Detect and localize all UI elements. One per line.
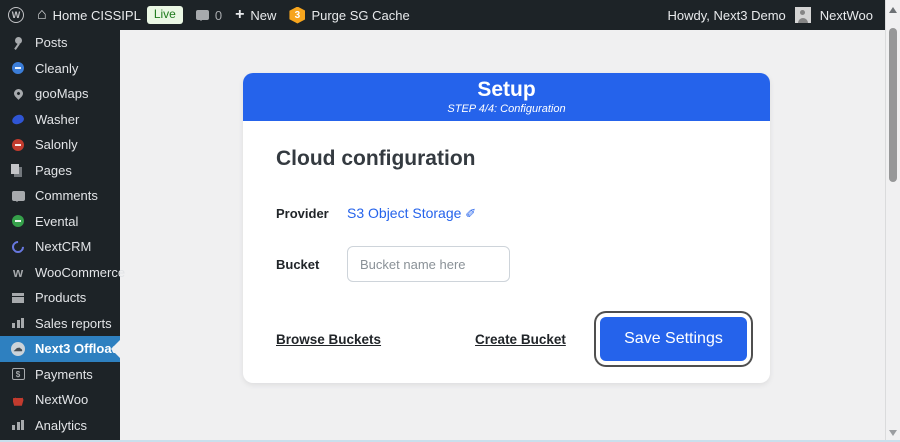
comments-link[interactable]: 0	[196, 8, 222, 23]
provider-row: Provider S3 Object Storage ✐	[276, 205, 737, 222]
provider-label: Provider	[276, 206, 347, 221]
cloud-icon	[10, 341, 26, 357]
sidebar-item-sales-reports[interactable]: Sales reports	[0, 311, 120, 337]
purge-sg-cache-button[interactable]: 3 Purge SG Cache	[289, 7, 409, 24]
sidebar-item-label: WooCommerce	[35, 265, 125, 280]
sidebar-item-pages[interactable]: Pages	[0, 158, 120, 184]
site-home-link[interactable]: ⌂ Home CISSIPL Live	[37, 6, 183, 25]
bucket-label: Bucket	[276, 257, 347, 272]
provider-value: S3 Object Storage	[347, 205, 461, 221]
sidebar-item-label: Posts	[35, 35, 68, 50]
scroll-down-arrow-icon[interactable]	[889, 430, 897, 436]
sidebar-item-label: Pages	[35, 163, 72, 178]
sidebar-item-washer[interactable]: Washer	[0, 107, 120, 133]
home-icon: ⌂	[37, 7, 47, 23]
sidebar-item-label: Washer	[35, 112, 79, 127]
sidebar-item-label: NextCRM	[35, 239, 91, 254]
admin-content-area: Setup STEP 4/4: Configuration Cloud conf…	[120, 30, 885, 442]
bar-chart-icon	[10, 315, 26, 331]
sidebar-item-label: Analytics	[35, 418, 87, 433]
nextwoo-menu-item[interactable]: NextWoo	[820, 8, 873, 23]
edit-pencil-icon[interactable]: ✐	[465, 206, 476, 221]
setup-card-footer: Browse Buckets Create Bucket Save Settin…	[276, 315, 747, 363]
cloud-configuration-heading: Cloud configuration	[276, 147, 737, 171]
payments-icon	[10, 366, 26, 382]
comment-count: 0	[215, 8, 222, 23]
bucket-name-input[interactable]	[347, 246, 510, 282]
live-status-badge: Live	[147, 6, 183, 25]
pages-icon	[10, 162, 26, 178]
site-name-label: Home CISSIPL	[53, 8, 141, 23]
scroll-up-arrow-icon[interactable]	[889, 7, 897, 13]
sidebar-item-label: Payments	[35, 367, 93, 382]
provider-value-link[interactable]: S3 Object Storage ✐	[347, 205, 476, 222]
user-avatar[interactable]	[795, 7, 811, 23]
sidebar-item-nextcrm[interactable]: NextCRM	[0, 234, 120, 260]
sidebar-item-label: Evental	[35, 214, 78, 229]
sidebar-item-label: Products	[35, 290, 86, 305]
next3-hexagon-icon: 3	[289, 7, 305, 24]
basket-icon	[10, 392, 26, 408]
new-label: New	[250, 8, 276, 23]
sidebar-item-label: Sales reports	[35, 316, 112, 331]
wp-logo-menu[interactable]: W	[8, 7, 24, 23]
pushpin-icon	[10, 35, 26, 51]
sidebar-item-label: Comments	[35, 188, 98, 203]
evental-icon	[10, 213, 26, 229]
sidebar-item-label: Salonly	[35, 137, 78, 152]
setup-card: Setup STEP 4/4: Configuration Cloud conf…	[243, 73, 770, 383]
sidebar-item-label: Next3 Offload	[35, 341, 120, 356]
cleanly-icon	[10, 60, 26, 76]
nextcrm-icon	[10, 239, 26, 255]
save-settings-button[interactable]: Save Settings	[600, 317, 747, 361]
sidebar-item-posts[interactable]: Posts	[0, 30, 120, 56]
sidebar-item-label: gooMaps	[35, 86, 88, 101]
sidebar-item-analytics[interactable]: Analytics	[0, 413, 120, 439]
bucket-row: Bucket	[276, 246, 737, 282]
setup-card-header: Setup STEP 4/4: Configuration	[243, 73, 770, 121]
scrollbar-thumb[interactable]	[889, 28, 897, 182]
sidebar-item-cleanly[interactable]: Cleanly	[0, 56, 120, 82]
admin-sidebar: Posts Cleanly gooMaps Washer Salonly Pag…	[0, 30, 120, 442]
sidebar-item-goomaps[interactable]: gooMaps	[0, 81, 120, 107]
sidebar-item-nextwoo[interactable]: NextWoo	[0, 387, 120, 413]
create-bucket-link[interactable]: Create Bucket	[475, 332, 566, 347]
new-content-menu[interactable]: + New	[235, 7, 276, 23]
sidebar-item-payments[interactable]: Payments	[0, 362, 120, 388]
setup-step-label: STEP 4/4: Configuration	[243, 103, 770, 115]
admin-bar: W ⌂ Home CISSIPL Live 0 + New 3 Purge SG…	[0, 0, 885, 30]
sidebar-item-salonly[interactable]: Salonly	[0, 132, 120, 158]
setup-title: Setup	[243, 78, 770, 102]
browse-buckets-link[interactable]: Browse Buckets	[276, 332, 381, 347]
salonly-icon	[10, 137, 26, 153]
products-icon	[10, 290, 26, 306]
purge-sg-cache-label: Purge SG Cache	[311, 8, 409, 23]
vertical-scrollbar[interactable]	[885, 0, 900, 442]
sidebar-item-comments[interactable]: Comments	[0, 183, 120, 209]
map-pin-icon	[10, 86, 26, 102]
sidebar-item-label: Cleanly	[35, 61, 78, 76]
sidebar-item-evental[interactable]: Evental	[0, 209, 120, 235]
comment-icon	[10, 188, 26, 204]
sidebar-item-products[interactable]: Products	[0, 285, 120, 311]
woocommerce-icon: w	[10, 264, 26, 280]
wordpress-logo-icon: W	[8, 7, 24, 23]
plus-icon: +	[235, 7, 244, 23]
howdy-user-link[interactable]: Howdy, Next3 Demo	[668, 8, 786, 23]
sidebar-item-label: NextWoo	[35, 392, 88, 407]
sidebar-item-next3-offload[interactable]: Next3 Offload	[0, 336, 120, 362]
comment-icon	[196, 10, 209, 20]
washer-icon	[10, 111, 26, 127]
bar-chart-icon	[10, 417, 26, 433]
sidebar-item-woocommerce[interactable]: w WooCommerce	[0, 260, 120, 286]
